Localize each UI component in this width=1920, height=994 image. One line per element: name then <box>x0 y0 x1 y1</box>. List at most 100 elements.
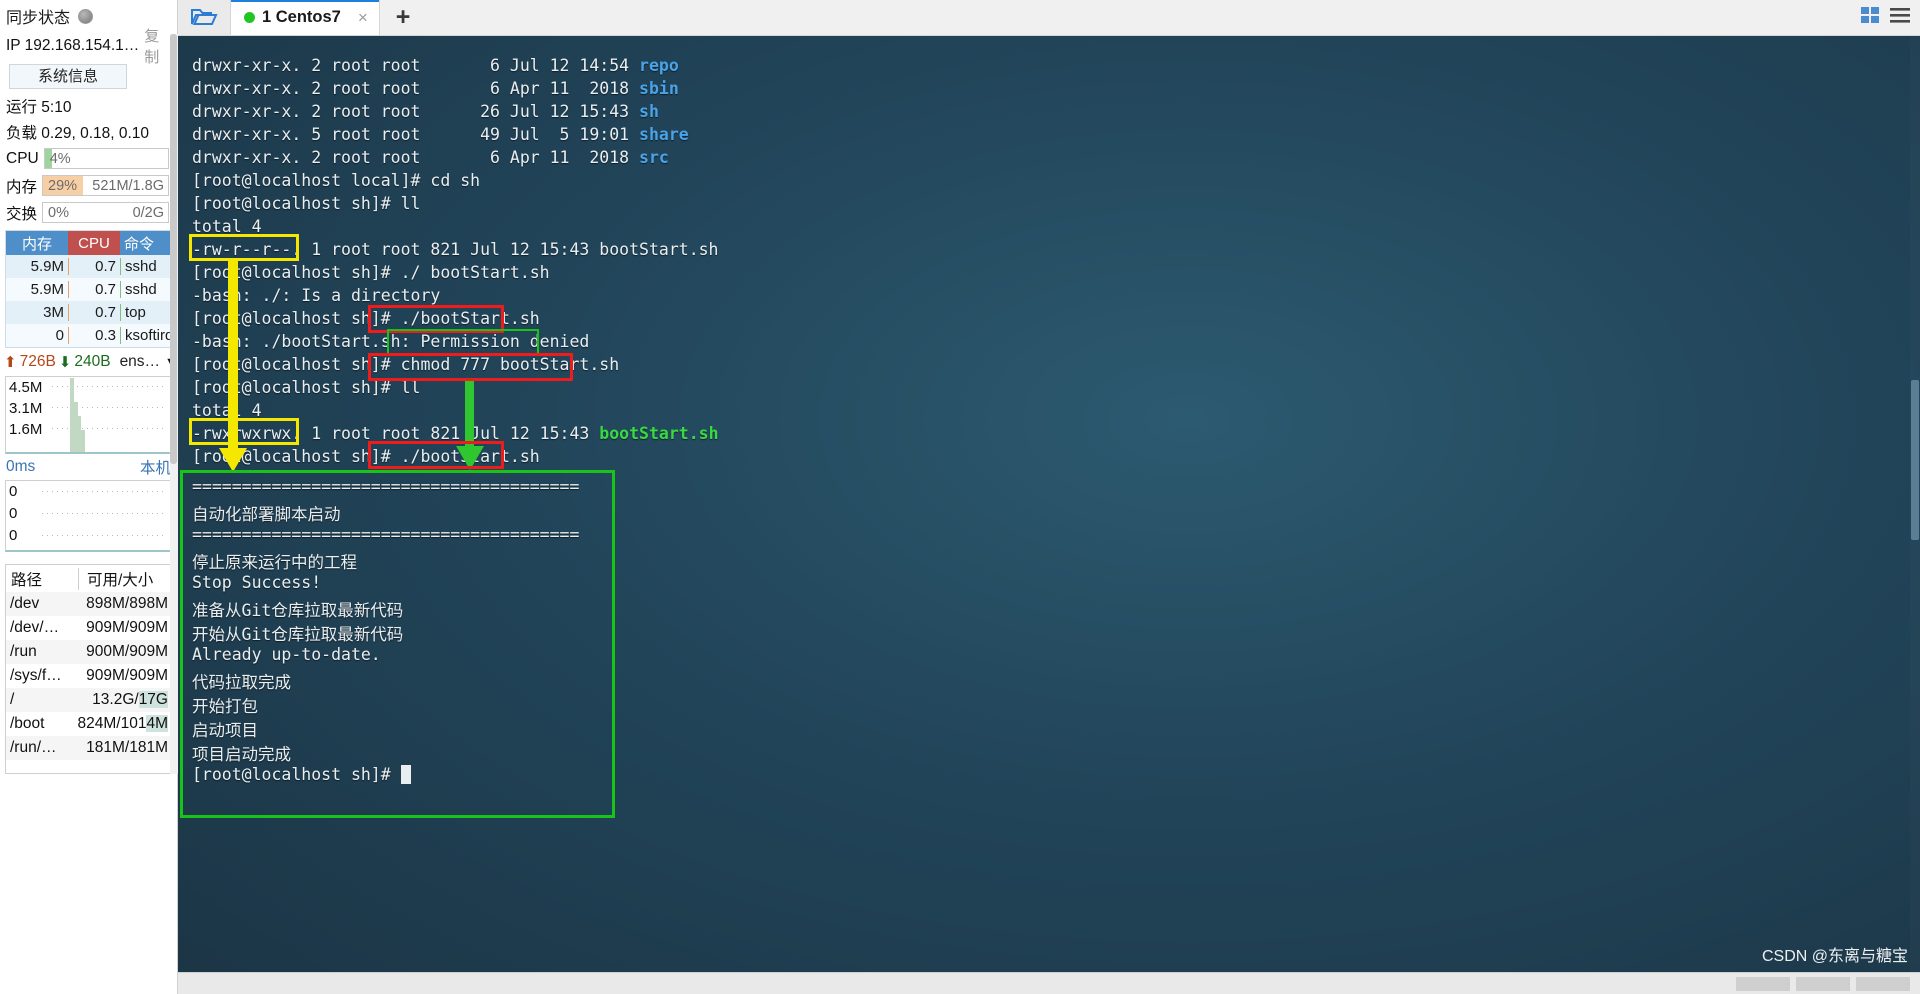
folder-open-icon[interactable] <box>178 0 230 35</box>
process-cpu: 0.3 <box>68 327 120 344</box>
arrow-down-icon: ⬇ <box>59 353 72 371</box>
tabbar-actions <box>1860 0 1920 35</box>
table-row[interactable]: /run/… 181M/181M <box>6 736 171 760</box>
latency-row: 0ms 本机 <box>0 454 177 480</box>
network-graph-label: 3.1M <box>9 400 42 417</box>
memory-meter-row: 内存 29% 521M/1.8G <box>0 172 177 199</box>
table-row[interactable]: /dev 898M/898M <box>6 592 171 616</box>
terminal-line: total 4 <box>192 217 262 236</box>
terminal-scrollbar-thumb[interactable] <box>1911 380 1919 540</box>
arrow-up-icon: ⬆ <box>4 353 17 371</box>
process-col-memory: 内存 <box>6 231 68 255</box>
table-row[interactable]: /sys/f… 909M/909M <box>6 664 171 688</box>
terminal-line: drwxr-xr-x. 2 root root 6 Jul 12 14:54 r… <box>192 56 679 75</box>
ip-address-label: IP 192.168.154.1… <box>6 37 139 55</box>
terminal-line: [root@localhost sh]# chmod 777 bootStart… <box>192 355 619 374</box>
table-row[interactable]: /boot 824M/1014M <box>6 712 171 736</box>
terminal-line: ======================================= <box>192 477 579 496</box>
disk-col-usage: 可用/大小 <box>78 568 171 590</box>
terminal-line: drwxr-xr-x. 2 root root 6 Apr 11 2018 sr… <box>192 148 669 167</box>
hamburger-menu-icon[interactable] <box>1889 5 1911 30</box>
latency-value: 0ms <box>6 458 35 476</box>
monitor-sidebar: 同步状态 IP 192.168.154.1… 复制 系统信息 运行 5:10 负… <box>0 0 178 994</box>
terminal-line: ======================================= <box>192 525 579 544</box>
table-row[interactable]: 5.9M 0.7 sshd <box>6 278 171 301</box>
system-info-button[interactable]: 系统信息 <box>9 64 127 89</box>
process-table: 内存 CPU 命令 5.9M 0.7 sshd 5.9M 0.7 sshd 3M… <box>5 230 172 348</box>
terminal-line: 准备从Git仓库拉取最新代码 <box>192 597 403 621</box>
process-col-command: 命令 <box>120 231 171 255</box>
terminal-line: [root@localhost sh]# ll <box>192 378 420 397</box>
process-table-header: 内存 CPU 命令 <box>6 231 171 255</box>
terminal-line: total 4 <box>192 401 262 420</box>
disk-path: / <box>6 691 78 709</box>
terminal-line: -rw-r--r--. 1 root root 821 Jul 12 15:43… <box>192 240 719 259</box>
sync-status-label: 同步状态 <box>6 4 70 28</box>
terminal-line: drwxr-xr-x. 5 root root 49 Jul 5 19:01 s… <box>192 125 689 144</box>
sidebar-scrollbar[interactable] <box>170 34 178 774</box>
terminal-line: [root@localhost sh]# ./bootStart.sh <box>192 309 540 328</box>
network-interface-label[interactable]: ens… <box>120 353 161 371</box>
network-upload-value: 726B <box>20 353 56 371</box>
swap-meter-value: 0% <box>43 205 69 221</box>
tab-centos7[interactable]: 1 Centos7 × <box>230 0 380 35</box>
terminal-line: drwxr-xr-x. 2 root root 26 Jul 12 15:43 … <box>192 102 659 121</box>
terminal-line: 开始打包 <box>192 693 258 717</box>
process-command: top <box>120 304 171 321</box>
memory-meter-value: 29% <box>43 178 77 194</box>
disk-usage: 909M/909M <box>78 667 171 685</box>
process-col-cpu: CPU <box>68 231 120 255</box>
tab-bar: 1 Centos7 × + <box>178 0 1920 36</box>
terminal-line: -rwxrwxrwx. 1 root root 821 Jul 12 15:43… <box>192 424 719 443</box>
process-command: sshd <box>120 281 171 298</box>
table-row[interactable]: /run 900M/909M <box>6 640 171 664</box>
cpu-meter-label: CPU <box>6 150 39 168</box>
swap-meter-row: 交换 0% 0/2G <box>0 199 177 226</box>
disk-usage: 181M/181M <box>78 739 171 757</box>
terminal-line: drwxr-xr-x. 2 root root 6 Apr 11 2018 sb… <box>192 79 679 98</box>
copy-ip-button[interactable]: 复制 <box>144 25 171 67</box>
table-row[interactable]: 3M 0.7 top <box>6 301 171 324</box>
disk-usage-table: 路径 可用/大小 /dev 898M/898M /dev/… 909M/909M… <box>5 564 172 774</box>
status-bar-cell <box>1736 977 1790 991</box>
connected-dot-icon <box>244 12 255 23</box>
status-bar-cell <box>1856 977 1910 991</box>
latency-graph: 0 0 0 <box>5 480 172 552</box>
process-command: ksoftirqd <box>120 327 171 344</box>
table-row[interactable]: 0 0.3 ksoftirqd <box>6 324 171 347</box>
sidebar-scrollbar-thumb[interactable] <box>170 34 177 464</box>
network-throughput-row: ⬆ 726B ⬇ 240B ens… ▼ <box>0 348 177 376</box>
annotation-arrow-green <box>465 381 474 454</box>
disk-usage: 13.2G/17G <box>78 691 171 709</box>
latency-target[interactable]: 本机 <box>140 456 171 478</box>
table-row[interactable]: /dev/… 909M/909M <box>6 616 171 640</box>
network-download-value: 240B <box>74 353 110 371</box>
process-memory: 0 <box>6 327 68 344</box>
process-cpu: 0.7 <box>68 281 120 298</box>
disk-path: /run/… <box>6 739 78 757</box>
swap-meter-bar: 0% 0/2G <box>42 202 169 223</box>
terminal-pane[interactable]: drwxr-xr-x. 2 root root 6 Jul 12 14:54 r… <box>178 36 1920 994</box>
grid-view-icon[interactable] <box>1860 5 1882 30</box>
terminal-line: [root@localhost local]# cd sh <box>192 171 480 190</box>
network-graph-label: 1.6M <box>9 421 42 438</box>
terminal-line: -bash: ./bootStart.sh: Permission denied <box>192 332 589 351</box>
disk-table-header: 路径 可用/大小 <box>6 565 171 592</box>
swap-meter-detail: 0/2G <box>133 205 168 221</box>
latency-graph-label: 0 <box>9 483 17 500</box>
memory-meter-detail: 521M/1.8G <box>92 178 168 194</box>
swap-meter-label: 交换 <box>6 202 37 224</box>
terminal-scrollbar[interactable] <box>1910 36 1920 994</box>
ip-row: IP 192.168.154.1… 复制 <box>0 32 177 60</box>
network-graph: 4.5M 3.1M 1.6M <box>5 376 172 454</box>
process-memory: 5.9M <box>6 281 68 298</box>
table-row[interactable]: 5.9M 0.7 sshd <box>6 255 171 278</box>
terminal-output: drwxr-xr-x. 2 root root 6 Jul 12 14:54 r… <box>178 36 1920 994</box>
disk-usage: 900M/909M <box>78 643 171 661</box>
disk-path: /dev/… <box>6 619 78 637</box>
cpu-meter-value: 4% <box>45 151 71 167</box>
table-row[interactable]: / 13.2G/17G <box>6 688 171 712</box>
terminal-line: [root@localhost sh]# ll <box>192 194 420 213</box>
new-tab-button[interactable]: + <box>380 0 426 35</box>
close-icon[interactable]: × <box>358 9 368 26</box>
